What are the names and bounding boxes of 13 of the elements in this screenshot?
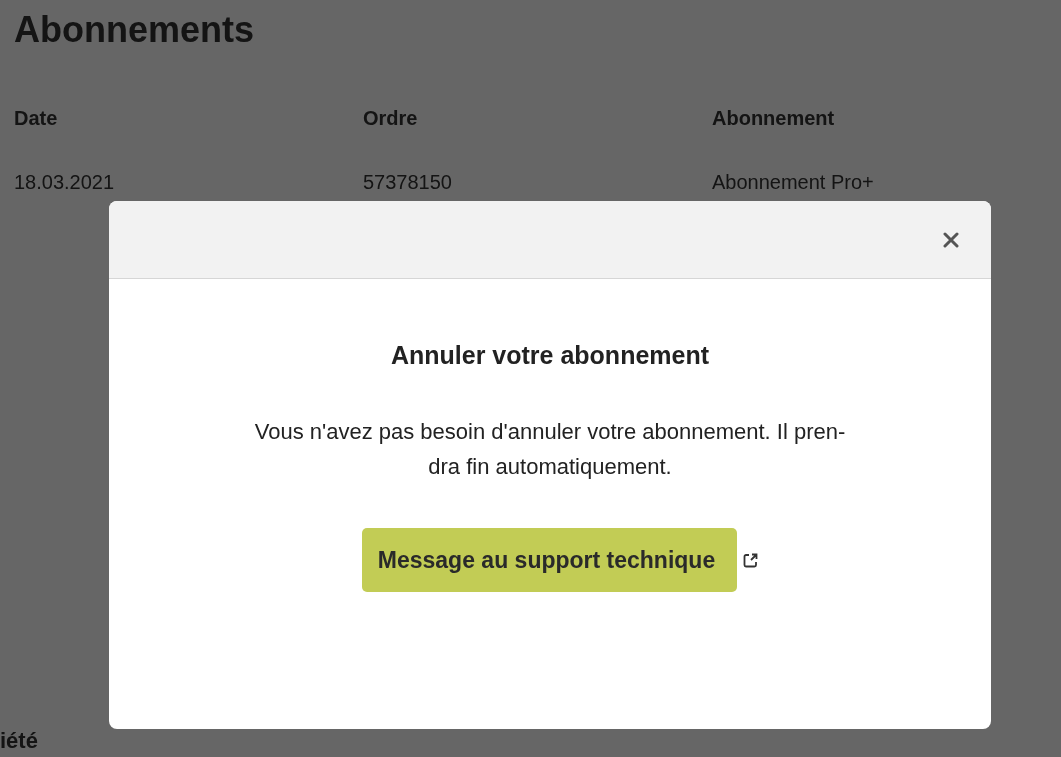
table-cell-text: 18.03.2021 <box>14 169 116 195</box>
table-cell-text: Abonnement Pro+ <box>712 169 875 195</box>
close-icon <box>943 231 959 248</box>
table-cell: 57378150 <box>363 132 712 196</box>
page-title: Abonnements <box>14 8 255 52</box>
column-header: Abonnement <box>712 105 836 131</box>
dialog-message: Vous n'avez pas besoin d'annuler votre abonnement. Il pren-dra fin automatiquement. <box>253 418 847 481</box>
external-link-icon <box>743 552 759 568</box>
column-header: Ordre <box>363 104 712 132</box>
column-header: Date <box>14 104 363 132</box>
support-button[interactable]: Message au support technique <box>361 528 738 592</box>
dialog-title: Annuler votre abonnement <box>390 341 710 370</box>
section-heading: iété <box>0 728 39 754</box>
